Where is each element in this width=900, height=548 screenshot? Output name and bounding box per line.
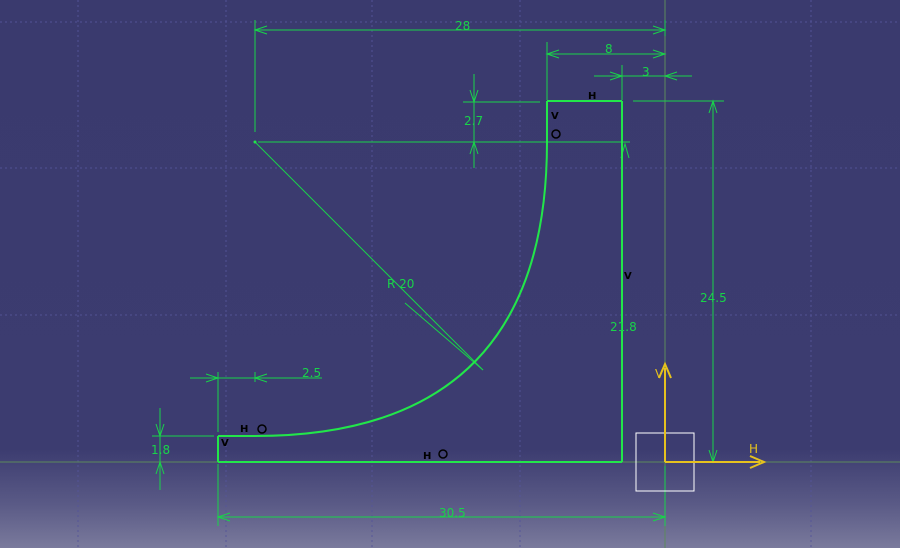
v-axis-label: V <box>655 367 664 381</box>
sketch-profile[interactable] <box>217 100 623 463</box>
dimension-lines <box>152 20 724 526</box>
dim-2-7[interactable]: 2.7 <box>464 114 483 128</box>
dim-28[interactable]: 28 <box>455 19 470 33</box>
arc-center-point[interactable] <box>253 140 257 144</box>
coincidence-icon-bottom[interactable] <box>438 449 448 459</box>
dim-30-5[interactable]: 30.5 <box>439 506 466 520</box>
tangency-icon-top[interactable] <box>551 129 561 139</box>
dim-2-5[interactable]: 2.5 <box>302 366 321 380</box>
constraint-symbols: H V V H V H <box>221 91 632 462</box>
dim-radius[interactable]: R 20 <box>387 277 414 291</box>
constraint-vertical-top[interactable]: V <box>551 111 559 122</box>
h-axis-label: H <box>749 442 758 456</box>
constraint-horizontal-top[interactable]: H <box>588 91 596 102</box>
tangency-icon-bottom[interactable] <box>257 424 267 434</box>
sketch-viewport[interactable]: 28 8 3 2.7 R 20 24.5 21.8 2.5 1.8 30.5 H… <box>0 0 900 548</box>
sketch-grid <box>0 0 900 548</box>
sketch-canvas[interactable]: 28 8 3 2.7 R 20 24.5 21.8 2.5 1.8 30.5 H… <box>0 0 900 548</box>
constraint-vertical-left[interactable]: V <box>221 438 229 449</box>
origin-guides <box>0 0 900 548</box>
constraint-horizontal-bottom[interactable]: H <box>423 451 431 462</box>
dim-24-5[interactable]: 24.5 <box>700 291 727 305</box>
dim-8[interactable]: 8 <box>605 42 613 56</box>
dim-1-8[interactable]: 1.8 <box>151 443 170 457</box>
dim-3[interactable]: 3 <box>642 65 650 79</box>
constraint-vertical-right[interactable]: V <box>624 271 632 282</box>
dim-21-8[interactable]: 21.8 <box>610 320 637 334</box>
constraint-horizontal-small[interactable]: H <box>240 424 248 435</box>
